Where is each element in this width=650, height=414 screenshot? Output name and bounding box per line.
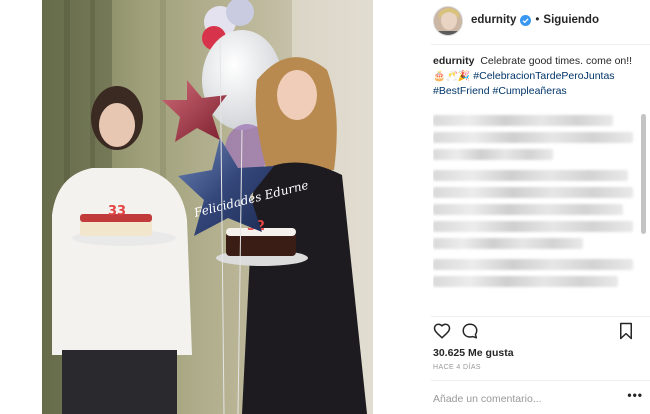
action-bar <box>433 322 643 344</box>
actions-divider <box>431 316 650 317</box>
comment-divider <box>431 380 650 381</box>
avatar-image <box>434 7 462 35</box>
blurred-comment-line <box>433 131 633 143</box>
comment-input[interactable] <box>433 393 603 405</box>
verified-badge-icon <box>520 14 532 26</box>
post-header: edurnity • Siguiendo <box>471 14 599 26</box>
caption: edurnity Celebrate good times. come on!!… <box>433 54 638 99</box>
caption-text: Celebrate good times. come on!! <box>480 55 633 67</box>
bookmark-icon[interactable] <box>617 322 635 340</box>
left-cake-number: 33 <box>108 204 126 219</box>
blurred-comment-line <box>433 186 633 198</box>
hashtag-link[interactable]: #BestFriend <box>433 85 490 97</box>
hashtag-link[interactable]: #Cumpleañeras <box>493 85 567 97</box>
blurred-comment-line <box>433 148 553 160</box>
blurred-comments <box>433 114 638 287</box>
header-divider <box>431 44 650 45</box>
following-button[interactable]: Siguiendo <box>543 14 599 26</box>
blurred-comment-line <box>433 220 633 232</box>
scrollbar-thumb[interactable] <box>641 114 646 234</box>
blurred-comment-line <box>433 114 613 126</box>
blurred-comment-line <box>433 169 628 181</box>
post-side-panel: edurnity • Siguiendo edurnity Celebrate … <box>373 0 650 414</box>
caption-username[interactable]: edurnity <box>433 55 474 67</box>
caption-emoji: 🎂🥂🎉 <box>433 70 471 82</box>
blurred-comment-line <box>433 275 618 287</box>
comment-icon[interactable] <box>461 322 479 340</box>
header-separator: • <box>535 14 540 26</box>
post-timestamp[interactable]: HACE 4 DÍAS <box>433 364 481 371</box>
hashtag-link[interactable]: #CelebracionTardePeroJuntas <box>473 70 614 82</box>
blurred-comment-line <box>433 258 633 270</box>
heart-icon[interactable] <box>433 322 451 340</box>
comments-section[interactable]: edurnity Celebrate good times. come on!!… <box>433 54 638 316</box>
likes-count[interactable]: 30.625 Me gusta <box>433 347 514 359</box>
blurred-comment-line <box>433 203 623 215</box>
more-options-icon[interactable]: ••• <box>627 389 643 401</box>
avatar[interactable] <box>433 6 463 36</box>
comments-scrollbar[interactable] <box>641 54 646 316</box>
comment-form: ••• <box>433 389 643 405</box>
username-link[interactable]: edurnity <box>471 14 516 26</box>
blurred-comment-line <box>433 237 583 249</box>
post-photo[interactable]: 33 32 Felicidades Edurne <box>42 0 373 414</box>
